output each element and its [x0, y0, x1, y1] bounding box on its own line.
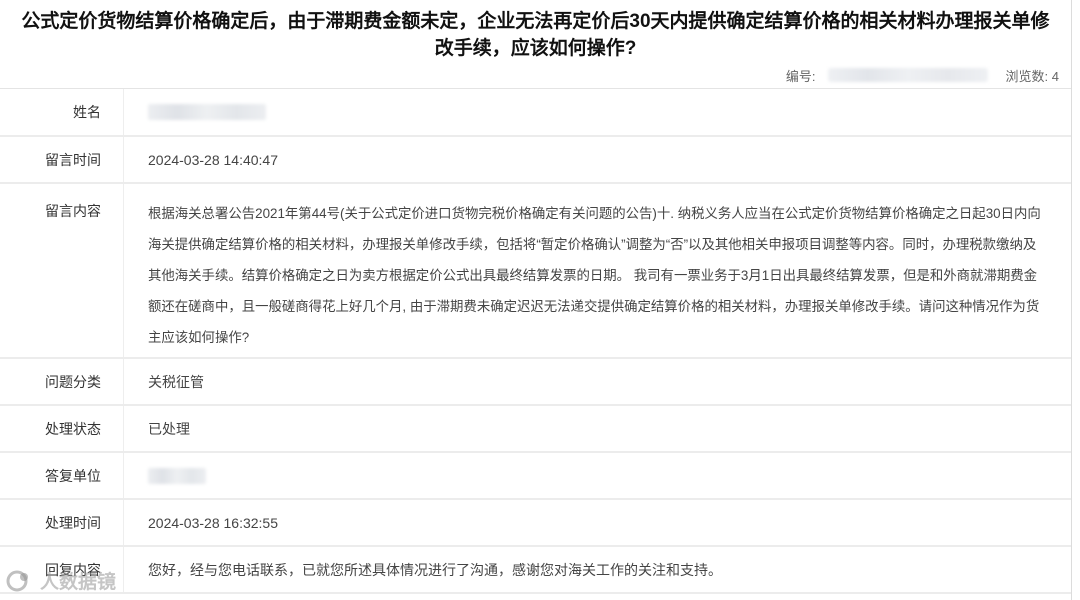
label-status: 处理状态	[0, 406, 124, 451]
row-status: 处理状态 已处理	[0, 406, 1071, 453]
row-reply-unit: 答复单位	[0, 453, 1071, 500]
label-message-time: 留言时间	[0, 137, 124, 182]
watermark: 人数据镜	[6, 567, 116, 594]
value-message-content: 根据海关总署公告2021年第44号(关于公式定价进口货物完税价格确定有关问题的公…	[148, 206, 1041, 345]
label-message-content: 留言内容	[0, 184, 124, 357]
value-message-time: 2024-03-28 14:40:47	[148, 151, 278, 168]
row-reply-content: 回复内容 您好，经与您电话联系，已就您所述具体情况进行了沟通，感谢您对海关工作的…	[0, 547, 1071, 594]
label-category: 问题分类	[0, 359, 124, 404]
row-handled-time: 处理时间 2024-03-28 16:32:55	[0, 500, 1071, 547]
message-detail-page: 公式定价货物结算价格确定后，由于滞期费金额未定，企业无法再定价后30天内提供确定…	[0, 0, 1072, 600]
value-reply-content: 您好，经与您电话联系，已就您所述具体情况进行了沟通，感谢您对海关工作的关注和支持…	[148, 561, 722, 578]
redacted-reply-unit	[148, 467, 206, 484]
value-name	[124, 89, 1071, 135]
redacted-number	[827, 68, 988, 82]
views-count: 浏览数: 4	[1005, 68, 1059, 84]
value-reply-unit	[124, 453, 1071, 498]
meta-bar: 编号: 浏览数: 4	[0, 62, 1071, 88]
page-title: 公式定价货物结算价格确定后，由于滞期费金额未定，企业无法再定价后30天内提供确定…	[21, 11, 1050, 59]
label-name: 姓名	[0, 89, 124, 135]
circle-logo-icon	[6, 570, 28, 591]
label-reply-unit: 答复单位	[0, 453, 124, 498]
row-message-time: 留言时间 2024-03-28 14:40:47	[0, 137, 1071, 184]
watermark-text: 人数据镜	[40, 572, 117, 593]
row-name: 姓名	[0, 89, 1071, 137]
row-message-content: 留言内容 根据海关总署公告2021年第44号(关于公式定价进口货物完税价格确定有…	[0, 184, 1071, 359]
value-status: 已处理	[148, 420, 190, 437]
value-category: 关税征管	[148, 373, 204, 390]
label-handled-time: 处理时间	[0, 500, 124, 545]
number-label: 编号:	[785, 68, 816, 84]
row-category: 问题分类 关税征管	[0, 359, 1071, 406]
value-handled-time: 2024-03-28 16:32:55	[148, 514, 278, 531]
detail-table: 姓名 留言时间 2024-03-28 14:40:47 留言内容 根据海关总署公…	[0, 88, 1071, 594]
redacted-name	[148, 104, 266, 120]
